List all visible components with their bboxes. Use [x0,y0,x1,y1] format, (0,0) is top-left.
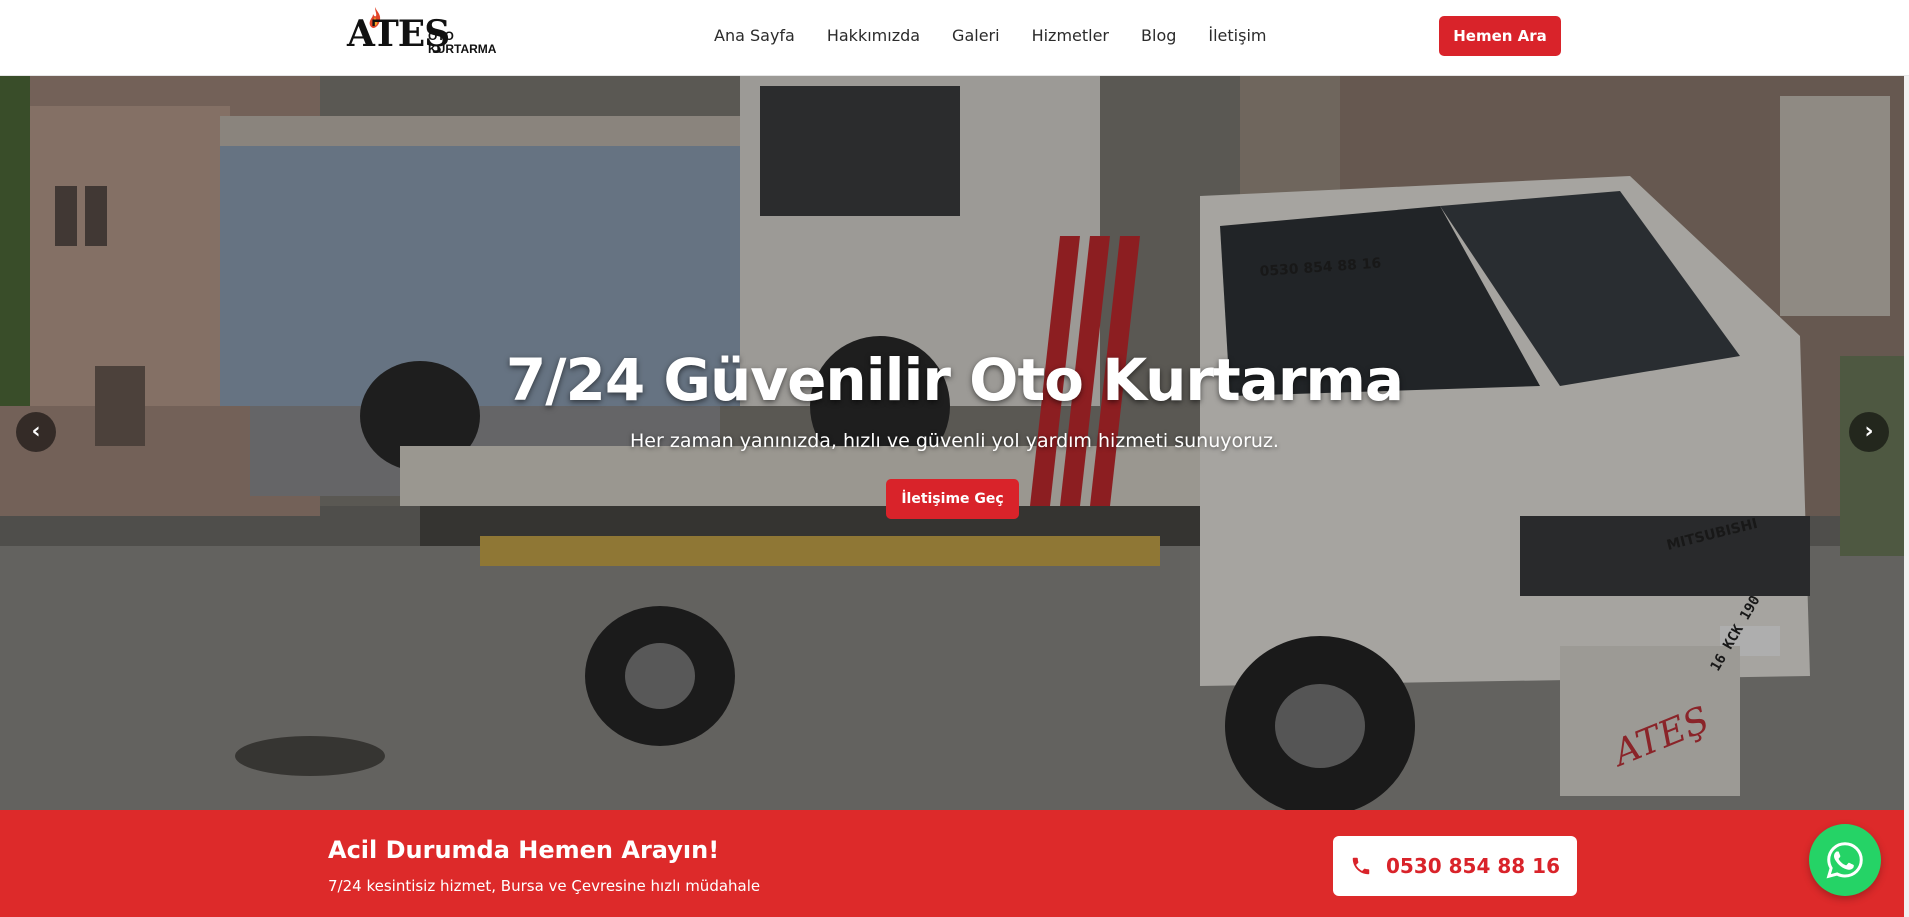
logo-subtitle-kurtarma: KURTARMA [428,42,497,56]
nav-item-hizmetler[interactable]: Hizmetler [1032,24,1109,48]
hero-title: 7/24 Güvenilir Oto Kurtarma [505,346,1404,414]
emergency-phone-number: 0530 854 88 16 [1386,854,1560,878]
hero-slider: 0530 854 88 16 MITSUBISHI 16 KCK 190 ATE… [0,76,1909,810]
brand-logo[interactable]: ATEŞ OTO KURTARMA [347,6,507,58]
hero-subtitle: Her zaman yanınızda, hızlı ve güvenli yo… [630,430,1279,452]
nav-item-iletisim[interactable]: İletişim [1208,24,1266,48]
emergency-call-bar: Acil Durumda Hemen Arayın! 7/24 kesintis… [0,810,1909,917]
emergency-phone-button[interactable]: 0530 854 88 16 [1333,836,1577,896]
slider-next-button[interactable]: › [1849,412,1889,452]
nav-item-hakkimizda[interactable]: Hakkımızda [827,24,920,48]
emergency-subtitle: 7/24 kesintisiz hizmet, Bursa ve Çevresi… [328,877,761,895]
call-now-button[interactable]: Hemen Ara [1439,16,1561,56]
chevron-left-icon: ‹ [31,419,41,444]
main-nav: Ana Sayfa Hakkımızda Galeri Hizmetler Bl… [714,24,1266,48]
nav-item-blog[interactable]: Blog [1141,24,1176,48]
emergency-title: Acil Durumda Hemen Arayın! [328,836,720,864]
page-scrollbar[interactable] [1904,0,1909,917]
contact-cta-button[interactable]: İletişime Geç [886,479,1019,519]
phone-icon [1352,857,1370,875]
whatsapp-icon [1826,842,1863,879]
logo-subtitle-oto: OTO [428,29,454,43]
site-header: ATEŞ OTO KURTARMA Ana Sayfa Hakkımızda G… [0,0,1909,76]
nav-item-ana-sayfa[interactable]: Ana Sayfa [714,24,795,48]
whatsapp-button[interactable] [1809,824,1881,896]
slider-prev-button[interactable]: ‹ [16,412,56,452]
nav-item-galeri[interactable]: Galeri [952,24,1000,48]
chevron-right-icon: › [1864,419,1874,444]
